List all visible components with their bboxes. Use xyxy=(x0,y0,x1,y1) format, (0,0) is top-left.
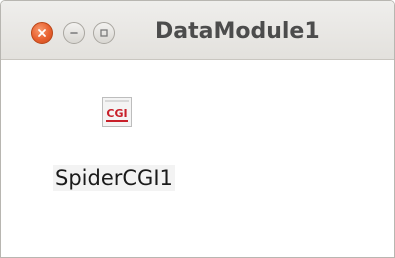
close-button[interactable] xyxy=(31,22,53,44)
minimize-button[interactable] xyxy=(63,22,85,44)
window-title: DataModule1 xyxy=(155,19,320,44)
maximize-button[interactable] xyxy=(93,22,115,44)
cgi-icon-text: CGI xyxy=(106,107,127,120)
maximize-icon xyxy=(100,29,108,37)
minimize-icon xyxy=(70,32,78,34)
component-label-spidercgi1[interactable]: SpiderCGI1 xyxy=(53,165,175,191)
title-bar[interactable]: DataModule1 xyxy=(1,1,394,60)
cgi-component-icon[interactable]: CGI xyxy=(102,97,132,127)
datamodule-window: DataModule1 CGI SpiderCGI1 xyxy=(0,0,395,258)
close-icon xyxy=(38,29,46,37)
